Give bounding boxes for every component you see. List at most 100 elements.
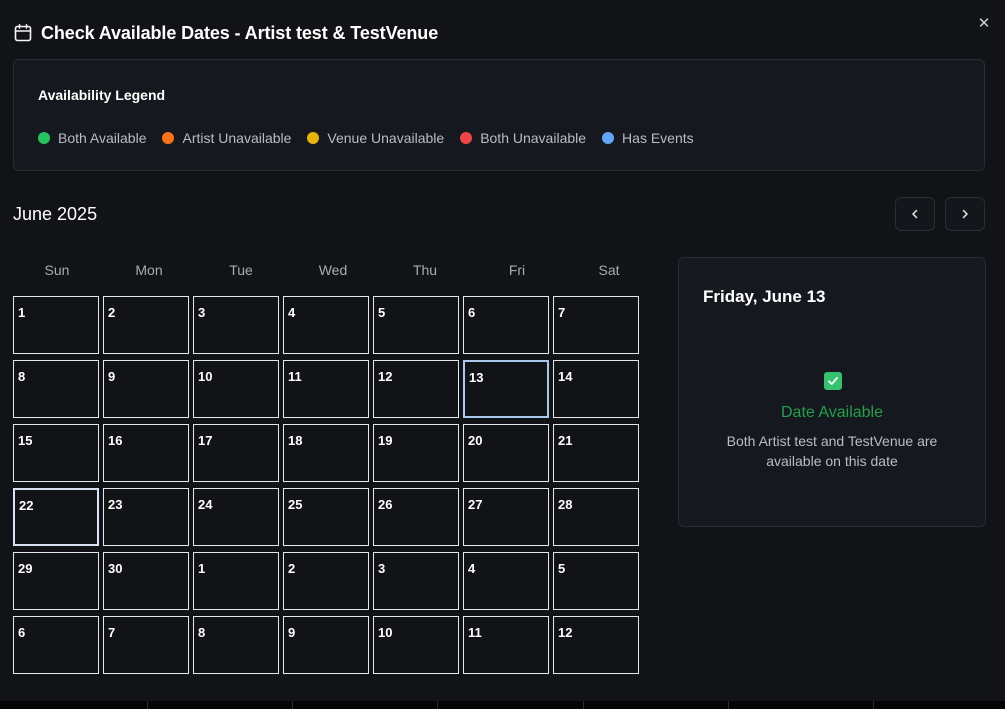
- next-month-button[interactable]: [945, 197, 985, 231]
- weekday-label: Thu: [412, 262, 438, 278]
- modal-title: Check Available Dates - Artist test & Te…: [41, 22, 439, 43]
- calendar-day[interactable]: 24: [193, 488, 279, 546]
- day-number: 11: [288, 369, 302, 384]
- backdrop-divider: [873, 701, 874, 709]
- legend-dot-icon: [38, 132, 50, 144]
- day-number: 19: [378, 433, 393, 448]
- day-number: 29: [18, 561, 33, 576]
- calendar-grid: Sun Mon Tue Wed Thu Fri Sat 1 2 3 4 5 6 7 8 9 10 11 12 13 1…: [11, 262, 655, 679]
- legend-label: Venue Unavailable: [327, 130, 445, 146]
- day-number: 1: [198, 561, 206, 576]
- day-number: 27: [468, 497, 483, 512]
- legend-dot-icon: [602, 132, 615, 144]
- calendar-day[interactable]: 5: [553, 552, 639, 610]
- legend-items: Both Available Artist Unavailable Venue Un…: [38, 130, 710, 146]
- day-number: 12: [378, 369, 393, 384]
- calendar-day[interactable]: 7: [553, 296, 639, 354]
- calendar-day[interactable]: 2: [283, 552, 369, 610]
- calendar-day[interactable]: 10: [193, 360, 279, 418]
- calendar-day[interactable]: 19: [373, 424, 459, 482]
- day-number: 8: [198, 625, 206, 640]
- day-number: 20: [468, 433, 483, 448]
- check-icon: [824, 372, 842, 390]
- availability-status: Date Available: [781, 404, 883, 421]
- calendar-week: 6 7 8 9 10 11 12: [11, 615, 655, 679]
- calendar-week: 22 23 24 25 26 27 28: [11, 487, 655, 551]
- legend-label: Artist Unavailable: [182, 130, 292, 146]
- calendar-day[interactable]: 5: [373, 296, 459, 354]
- calendar-day[interactable]: 22: [13, 488, 99, 546]
- chevron-right-icon: [962, 209, 968, 219]
- calendar-week: 15 16 17 18 19 20 21: [11, 423, 655, 487]
- calendar-day[interactable]: 4: [463, 552, 549, 610]
- day-number: 22: [19, 498, 34, 513]
- chevron-left-icon: [912, 209, 918, 219]
- day-number: 2: [108, 305, 116, 320]
- legend-item: Artist Unavailable: [162, 130, 291, 146]
- legend-dot-icon: [307, 132, 320, 144]
- calendar-day[interactable]: 18: [283, 424, 369, 482]
- calendar-day[interactable]: 3: [373, 552, 459, 610]
- calendar-day[interactable]: 14: [553, 360, 639, 418]
- calendar-day[interactable]: 29: [13, 552, 99, 610]
- calendar-day[interactable]: 21: [553, 424, 639, 482]
- calendar-day[interactable]: 16: [103, 424, 189, 482]
- calendar-day[interactable]: 1: [193, 552, 279, 610]
- legend-label: Both Available: [58, 130, 147, 146]
- day-number: 24: [198, 497, 213, 512]
- day-number: 2: [288, 561, 296, 576]
- calendar-day[interactable]: 25: [283, 488, 369, 546]
- calendar-day[interactable]: 26: [373, 488, 459, 546]
- calendar-day[interactable]: 11: [463, 616, 549, 674]
- calendar-day[interactable]: 2: [103, 296, 189, 354]
- calendar-day[interactable]: 4: [283, 296, 369, 354]
- calendar-day[interactable]: 17: [193, 424, 279, 482]
- day-number: 18: [288, 433, 303, 448]
- calendar-day[interactable]: 7: [103, 616, 189, 674]
- day-number: 9: [288, 625, 296, 640]
- day-number: 3: [378, 561, 386, 576]
- calendar-day[interactable]: 8: [13, 360, 99, 418]
- weekday-header: Sun Mon Tue Wed Thu Fri Sat: [11, 262, 655, 288]
- calendar-day[interactable]: 11: [283, 360, 369, 418]
- calendar-day[interactable]: 28: [553, 488, 639, 546]
- calendar-day[interactable]: 10: [373, 616, 459, 674]
- calendar-day[interactable]: 9: [283, 616, 369, 674]
- day-number: 5: [558, 561, 566, 576]
- legend-item: Venue Unavailable: [307, 130, 444, 146]
- calendar-day[interactable]: 13: [463, 360, 549, 418]
- calendar-day[interactable]: 6: [463, 296, 549, 354]
- backdrop: [0, 701, 1005, 709]
- calendar-day[interactable]: 12: [553, 616, 639, 674]
- calendar-week: 1 2 3 4 5 6 7: [11, 295, 655, 359]
- calendar-day[interactable]: 23: [103, 488, 189, 546]
- day-number: 21: [558, 433, 573, 448]
- calendar-day[interactable]: 20: [463, 424, 549, 482]
- calendar-day[interactable]: 3: [193, 296, 279, 354]
- day-number: 6: [18, 625, 26, 640]
- day-number: 5: [378, 305, 386, 320]
- day-number: 9: [108, 369, 116, 384]
- day-number: 4: [288, 305, 296, 320]
- close-button[interactable]: ✕: [975, 14, 993, 32]
- calendar-day[interactable]: 30: [103, 552, 189, 610]
- day-number: 12: [558, 625, 573, 640]
- day-number: 8: [18, 369, 26, 384]
- calendar-day[interactable]: 1: [13, 296, 99, 354]
- weekday-label: Sat: [598, 262, 620, 278]
- prev-month-button[interactable]: [895, 197, 935, 231]
- calendar-day[interactable]: 27: [463, 488, 549, 546]
- month-label: June 2025: [13, 204, 98, 224]
- day-number: 4: [468, 561, 476, 576]
- weekday-label: Mon: [135, 262, 163, 278]
- calendar-day[interactable]: 6: [13, 616, 99, 674]
- calendar-day[interactable]: 8: [193, 616, 279, 674]
- legend-title: Availability Legend: [38, 87, 166, 103]
- calendar-day[interactable]: 15: [13, 424, 99, 482]
- day-number: 23: [108, 497, 123, 512]
- calendar-day[interactable]: 12: [373, 360, 459, 418]
- legend-item: Has Events: [602, 130, 694, 146]
- legend-label: Has Events: [622, 130, 694, 146]
- calendar-day[interactable]: 9: [103, 360, 189, 418]
- day-number: 7: [558, 305, 566, 320]
